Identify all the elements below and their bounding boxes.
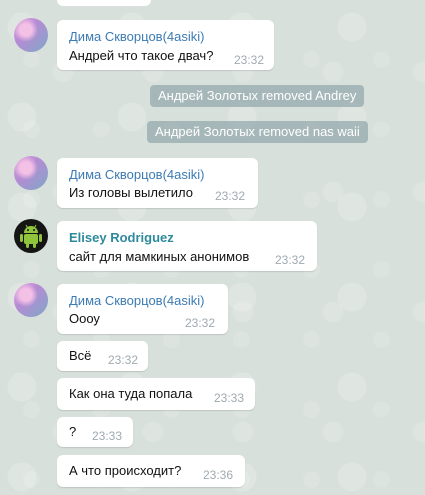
message-bubble[interactable]: А что происходит? 23:36 — [57, 455, 245, 487]
avatar[interactable] — [14, 18, 48, 52]
message-text: А что происходит? — [69, 463, 182, 478]
service-message: Андрей Золотых removed nas waii — [147, 121, 368, 143]
avatar[interactable] — [14, 219, 48, 253]
message-bubble[interactable]: Дима Скворцов(4asiki) Андрей что такое д… — [57, 20, 274, 70]
message-time: 23:32 — [185, 316, 216, 330]
message-bubble[interactable]: Дима Скворцов(4asiki) Оооу 23:32 — [57, 284, 228, 334]
message-bubble[interactable]: ? 23:33 — [57, 417, 133, 447]
previous-message-stub — [57, 0, 151, 6]
message-text: сайт для мамкиных анонимов — [69, 249, 250, 264]
sender-name[interactable]: Дима Скворцов(4asiki) — [69, 293, 204, 308]
sender-name[interactable]: Elisey Rodriguez — [69, 230, 174, 245]
message-time: 23:32 — [215, 189, 246, 203]
android-icon — [20, 224, 42, 248]
message-text: ? — [69, 424, 77, 439]
message-time: 23:33 — [214, 391, 245, 405]
message-text: Из головы вылетило — [69, 185, 193, 200]
message-bubble[interactable]: Дима Скворцов(4asiki) Из головы вылетило… — [57, 158, 258, 208]
message-text: Оооу — [69, 311, 100, 326]
sender-name[interactable]: Дима Скворцов(4asiki) — [69, 167, 204, 182]
message-time: 23:32 — [275, 253, 306, 267]
message-time: 23:36 — [203, 468, 234, 482]
message-bubble[interactable]: Как она туда попала 23:33 — [57, 378, 255, 410]
message-text: Как она туда попала — [69, 386, 193, 401]
service-message: Андрей Золотых removed Andrey — [150, 85, 365, 107]
sender-name[interactable]: Дима Скворцов(4asiki) — [69, 29, 204, 44]
message-text: Всё — [69, 348, 92, 363]
avatar[interactable] — [14, 283, 48, 317]
message-bubble[interactable]: Всё 23:32 — [57, 341, 148, 371]
message-time: 23:32 — [108, 353, 139, 367]
message-text: Андрей что такое двач? — [69, 48, 214, 63]
message-time: 23:32 — [234, 53, 265, 67]
message-time: 23:33 — [92, 429, 123, 443]
message-bubble[interactable]: Elisey Rodriguez сайт для мамкиных анони… — [57, 221, 317, 271]
avatar[interactable] — [14, 156, 48, 190]
